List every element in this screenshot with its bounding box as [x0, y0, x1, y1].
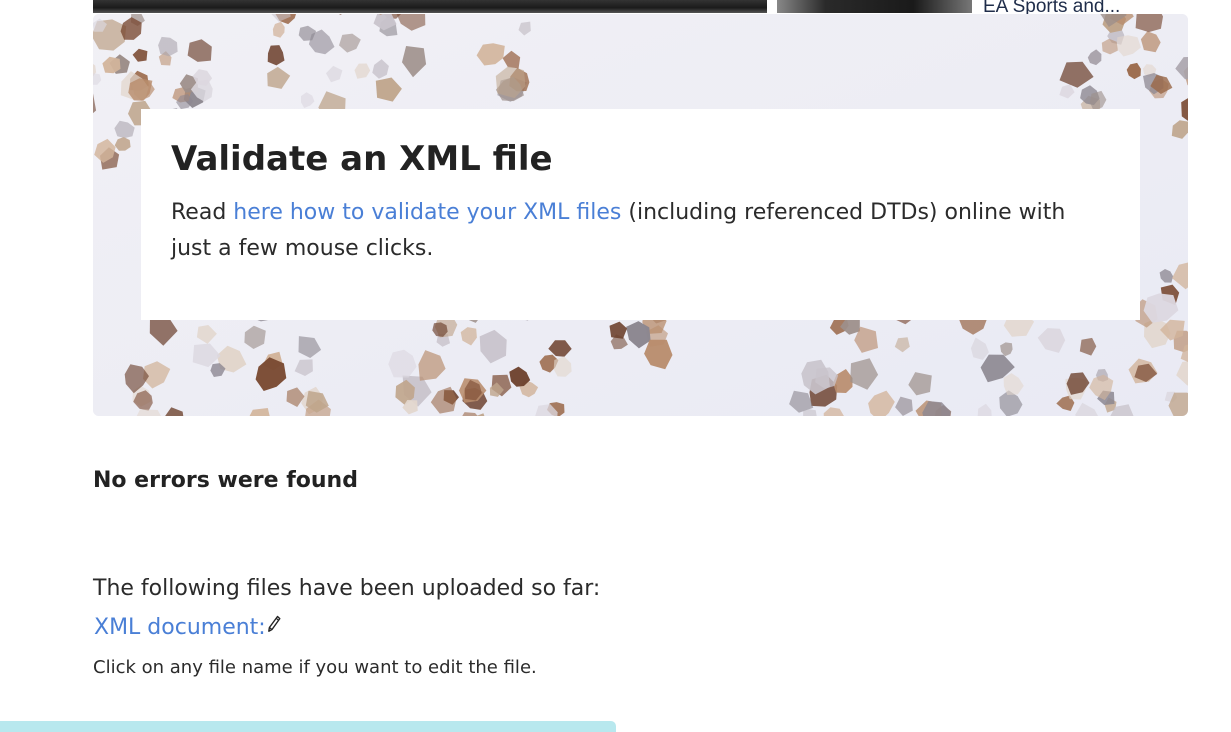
- page: EA Sports and... Validate an XML file Re…: [0, 0, 1231, 732]
- page-title: Validate an XML file: [171, 139, 553, 179]
- pencil-icon[interactable]: [267, 614, 281, 639]
- uploaded-files-heading: The following files have been uploaded s…: [93, 576, 601, 601]
- edit-hint: Click on any file name if you want to ed…: [93, 657, 537, 678]
- top-teaser-thumbnail-image[interactable]: [777, 0, 972, 13]
- hero-banner: Validate an XML file Read here how to va…: [93, 14, 1188, 416]
- hero-card: Validate an XML file Read here how to va…: [141, 109, 1140, 320]
- xml-document-link[interactable]: XML document:: [94, 615, 266, 640]
- validation-status: No errors were found: [93, 468, 358, 493]
- notification-bar[interactable]: [0, 721, 616, 732]
- top-thumbnail-image[interactable]: [93, 0, 767, 13]
- file-list-item[interactable]: XML document:: [94, 615, 281, 640]
- validate-howto-link[interactable]: here how to validate your XML files: [233, 200, 621, 225]
- hero-text-before-link: Read: [171, 200, 234, 225]
- hero-description: Read here how to validate your XML files…: [171, 195, 1111, 267]
